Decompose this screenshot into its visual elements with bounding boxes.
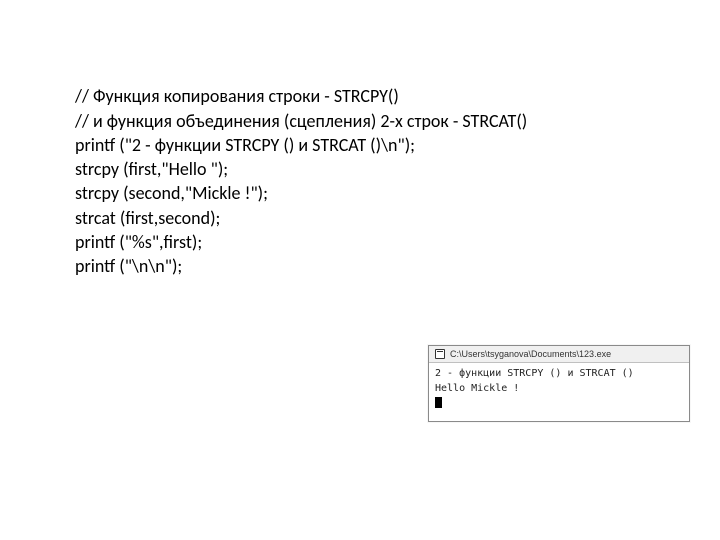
code-line: strcpy (second,"Mickle !"); bbox=[75, 182, 268, 204]
code-line: strcat (first,second); bbox=[75, 207, 220, 229]
cursor-icon bbox=[435, 397, 442, 408]
code-line: printf ("2 - функции STRCPY () и STRCAT … bbox=[75, 134, 415, 156]
app-icon bbox=[435, 349, 445, 359]
console-title: C:\Users\tsyganova\Documents\123.exe bbox=[450, 349, 611, 359]
code-block: // Функция копирования строки - STRCPY()… bbox=[75, 60, 527, 279]
console-window: C:\Users\tsyganova\Documents\123.exe 2 -… bbox=[428, 345, 690, 422]
console-output: 2 - функции STRCPY () и STRCAT () Hello … bbox=[429, 363, 689, 421]
code-line: strcpy (first,"Hello "); bbox=[75, 158, 228, 180]
code-line: // и функция объединения (сцепления) 2-х… bbox=[75, 110, 527, 132]
console-line: 2 - функции STRCPY () и STRCAT () bbox=[435, 368, 634, 379]
code-line: // Функция копирования строки - STRCPY() bbox=[75, 85, 399, 107]
console-line: Hello Mickle ! bbox=[435, 383, 519, 394]
console-titlebar: C:\Users\tsyganova\Documents\123.exe bbox=[429, 346, 689, 363]
code-line: printf ("%s",first); bbox=[75, 231, 202, 253]
code-line: printf ("\n\n"); bbox=[75, 255, 182, 277]
